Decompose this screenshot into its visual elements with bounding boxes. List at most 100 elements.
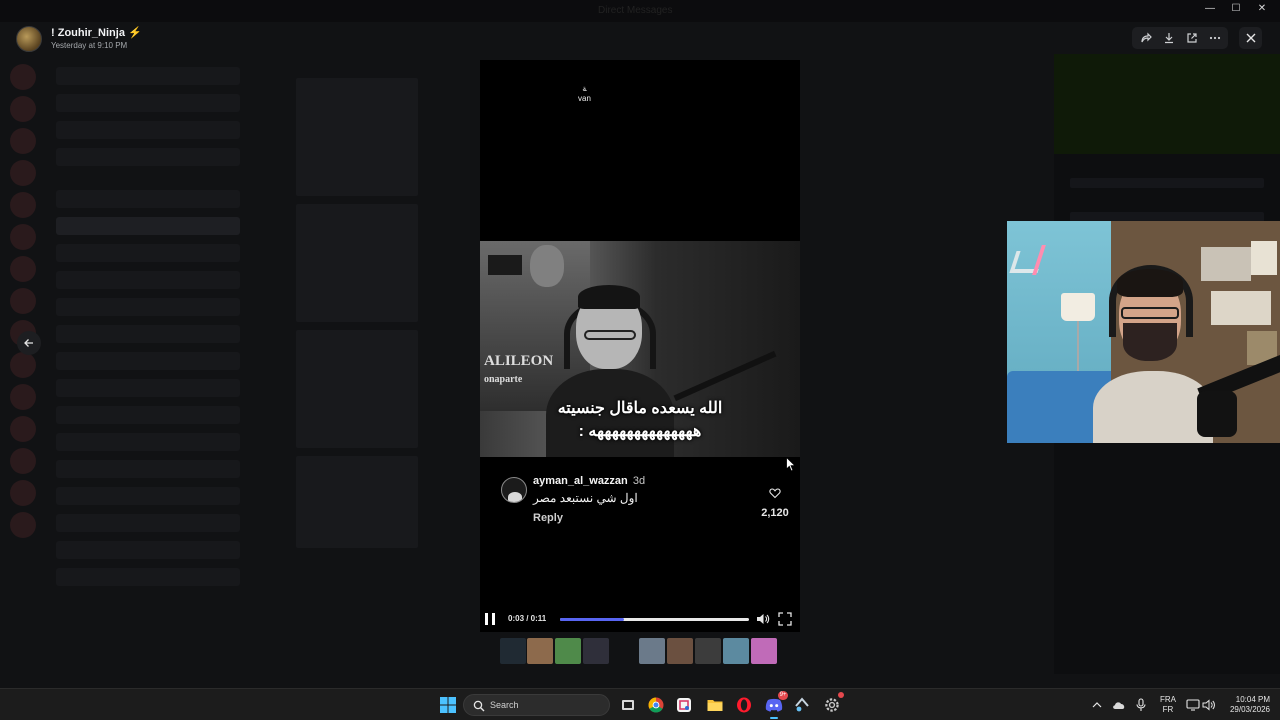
more-options-button[interactable] <box>1206 29 1224 47</box>
update-dot <box>838 692 844 698</box>
streamer-sweater <box>1093 371 1213 443</box>
media-thumbnail[interactable] <box>695 638 721 664</box>
chrome-icon <box>648 697 664 713</box>
keyboard-layout: FR <box>1162 705 1174 714</box>
more-icon <box>1209 36 1220 40</box>
chevron-up-icon <box>1092 702 1102 708</box>
discord-notification-badge: 9+ <box>778 691 788 700</box>
seek-bar[interactable] <box>560 618 749 621</box>
download-button[interactable] <box>1160 29 1178 47</box>
heart-icon <box>769 487 781 499</box>
speaker-icon <box>1202 699 1215 711</box>
volume-icon <box>757 614 770 624</box>
steam-icon <box>795 697 809 712</box>
fullscreen-icon <box>778 612 792 626</box>
microphone <box>1197 391 1237 437</box>
avatar[interactable] <box>16 26 42 52</box>
media-thumbnail[interactable] <box>639 638 665 664</box>
window-title: Direct Messages <box>598 5 673 16</box>
search-icon <box>473 700 485 712</box>
media-thumbnail[interactable] <box>500 638 526 664</box>
show-hidden-icons-button[interactable] <box>1089 694 1105 716</box>
clock-date: 29/03/2026 <box>1229 705 1270 714</box>
steam-taskbar-button[interactable] <box>791 694 813 716</box>
media-thumbnail[interactable] <box>583 638 609 664</box>
caption-line-1: الله يسعده ماقال جنسيته <box>557 400 723 417</box>
close-icon <box>1246 33 1255 43</box>
dm-list-dimmed <box>48 58 248 678</box>
mouse-cursor-icon <box>786 457 796 472</box>
system-clock[interactable]: 10:04 PM 29/03/2026 <box>1222 695 1270 715</box>
media-thumbnail-strip <box>500 638 780 664</box>
previous-media-button[interactable] <box>17 331 41 355</box>
windows-logo-icon <box>440 697 456 713</box>
discord-icon <box>765 698 783 712</box>
media-thumbnail[interactable] <box>527 638 553 664</box>
task-view-button[interactable] <box>617 694 639 716</box>
lamp <box>1061 293 1095 321</box>
video-caption: الله يسعده ماقال جنسيته ههههههههههههههه … <box>480 397 800 443</box>
close-viewer-button[interactable] <box>1239 27 1262 49</box>
media-viewer-header: ! Zouhir_Ninja ⚡ Yesterday at 9:10 PM <box>16 24 142 54</box>
forward-button[interactable] <box>1137 29 1155 47</box>
video-controls: 0:03 / 0:11 <box>480 610 800 628</box>
volume-tray-icon[interactable] <box>1200 694 1218 716</box>
open-in-browser-button[interactable] <box>1183 29 1201 47</box>
minimize-button[interactable]: — <box>1204 3 1216 15</box>
arrow-left-icon <box>24 339 33 347</box>
media-thumbnail[interactable] <box>723 638 749 664</box>
input-language[interactable]: FRA FR <box>1158 695 1178 715</box>
maximize-button[interactable]: ☐ <box>1230 3 1242 15</box>
windows-taskbar: Search 9+ FRA FR 10:04 PM 29/03/2026 <box>0 688 1280 720</box>
microphone-tray-icon[interactable] <box>1132 694 1150 716</box>
gear-icon <box>825 698 839 712</box>
taskbar-search-box[interactable]: Search <box>463 694 610 716</box>
seek-bar-progress <box>560 618 625 621</box>
network-icon <box>1186 699 1200 711</box>
file-explorer-button[interactable] <box>704 694 726 716</box>
tiktok-comment: ayman_al_wazzan 3d اول شي نستبعد مصر Rep… <box>501 475 791 525</box>
media-thumbnail[interactable] <box>667 638 693 664</box>
snipping-tool-button[interactable] <box>673 694 695 716</box>
video-frame: ALILEON onaparte الله يسعده ماقال جنسيته … <box>480 241 800 457</box>
settings-taskbar-button[interactable] <box>821 692 844 716</box>
opera-icon <box>737 697 751 713</box>
title-bar: Direct Messages — ☐ ✕ <box>0 0 1280 22</box>
video-overlay-text: ﺔ van <box>578 84 591 103</box>
profile-banner-dimmed <box>1054 54 1280 154</box>
task-view-icon <box>622 700 634 710</box>
chrome-taskbar-button[interactable] <box>645 694 667 716</box>
opera-taskbar-button[interactable] <box>733 694 755 716</box>
pause-button[interactable] <box>485 613 495 625</box>
author-name[interactable]: ! Zouhir_Ninja ⚡ <box>51 27 142 40</box>
screen: Direct Messages — ☐ ✕ ! Zouhir_Ninja ⚡ Y… <box>0 0 1280 720</box>
server-list-dimmed <box>0 58 46 678</box>
video-player[interactable]: ﺔ van ALILEON onaparte الله يسعده ماقال ج… <box>480 60 800 632</box>
like-count: 2,120 <box>761 507 789 519</box>
fullscreen-button[interactable] <box>778 612 792 626</box>
comment-age: 3d <box>632 475 646 487</box>
external-link-icon <box>1186 33 1197 43</box>
commenter-avatar <box>501 477 527 503</box>
search-placeholder: Search <box>490 700 519 710</box>
media-actions <box>1132 27 1228 49</box>
media-thumbnail[interactable] <box>555 638 581 664</box>
discord-taskbar-button[interactable]: 9+ <box>763 691 788 719</box>
author-info: ! Zouhir_Ninja ⚡ Yesterday at 9:10 PM <box>51 27 142 51</box>
volume-button[interactable] <box>756 612 770 626</box>
commenter-name: ayman_al_wazzan 3d <box>533 475 645 487</box>
message-timestamp: Yesterday at 9:10 PM <box>51 41 128 50</box>
cloud-icon <box>1113 702 1125 709</box>
download-icon <box>1164 33 1173 44</box>
playback-time: 0:03 / 0:11 <box>508 614 547 623</box>
comment-text: اول شي نستبعد مصر <box>533 491 638 505</box>
chat-media-dimmed <box>296 78 476 638</box>
comment-reply: Reply <box>533 512 563 524</box>
media-thumbnail[interactable] <box>751 638 777 664</box>
language-code: FRA <box>1160 695 1176 704</box>
clock-time: 10:04 PM <box>1235 695 1270 704</box>
start-button[interactable] <box>437 694 459 716</box>
window-close-button[interactable]: ✕ <box>1256 3 1268 15</box>
folder-icon <box>707 700 723 711</box>
onedrive-tray-icon[interactable] <box>1110 694 1128 716</box>
